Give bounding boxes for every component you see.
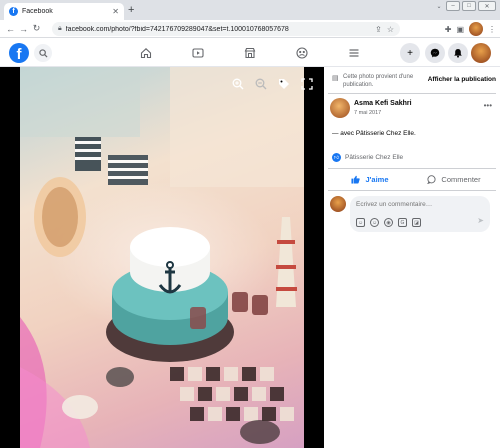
close-window-button[interactable]: ✕ — [478, 1, 496, 11]
browser-profile-avatar[interactable] — [469, 22, 483, 36]
comment-box[interactable]: ☺ ☺ ◉ G ◪ ➤ — [350, 196, 490, 232]
like-reaction-icon: 👍︎ — [332, 153, 341, 162]
reload-icon[interactable]: ↻ — [30, 23, 43, 34]
forward-icon[interactable]: → — [17, 24, 30, 34]
marketplace-icon — [244, 47, 256, 59]
browser-tab[interactable]: f Facebook ✕ — [4, 3, 124, 20]
search-button[interactable] — [34, 44, 52, 62]
url-text[interactable]: facebook.com/photo/?fbid=742176709289047… — [66, 26, 370, 33]
view-post-button[interactable]: Afficher la publication — [428, 76, 496, 83]
groups-icon — [296, 47, 308, 59]
viewer-toolbar — [231, 77, 314, 91]
reactions-summary[interactable]: 👍︎ Pâtisserie Chez Elle — [332, 153, 403, 162]
account-avatar[interactable] — [471, 43, 491, 63]
back-icon[interactable]: ← — [4, 24, 17, 34]
browser-toolbar: ← → ↻ 🔒︎ facebook.com/photo/?fbid=742176… — [0, 20, 500, 38]
more-options-icon[interactable]: ••• — [484, 101, 492, 110]
share-icon[interactable]: ⇪ — [375, 25, 382, 34]
post-date[interactable]: 7 mai 2017 — [354, 110, 381, 116]
tab-search-icon[interactable]: ⌄ — [434, 1, 444, 11]
nav-groups-button[interactable] — [293, 44, 311, 62]
search-icon — [38, 48, 48, 58]
post-author-header: Asma Kefi Sakhri 7 mai 2017 ••• — [330, 98, 496, 120]
nav-marketplace-button[interactable] — [241, 44, 259, 62]
messenger-icon — [430, 48, 440, 58]
browser-tab-bar: f Facebook ✕ + ⌄ – □ ✕ — [0, 0, 500, 20]
post-photo[interactable] — [20, 67, 304, 448]
bookmark-star-icon[interactable]: ☆ — [387, 25, 394, 34]
emoji-icon[interactable]: ☺ — [370, 218, 379, 227]
comment-label: Commenter — [441, 175, 481, 184]
comment-tools: ☺ ☺ ◉ G ◪ — [356, 218, 421, 227]
extensions-puzzle-icon[interactable]: ✚ — [445, 25, 452, 34]
notice-text: Cette photo provient d'une publication. — [343, 74, 414, 88]
author-avatar[interactable] — [330, 98, 350, 118]
address-bar[interactable]: 🔒︎ facebook.com/photo/?fbid=742176709289… — [52, 22, 400, 36]
post-caption: — avec Pâtisserie Chez Elle. — [332, 130, 416, 137]
plus-icon: + — [407, 47, 413, 59]
new-tab-button[interactable]: + — [128, 4, 134, 16]
maximize-button[interactable]: □ — [462, 1, 476, 11]
lock-icon[interactable]: 🔒︎ — [58, 25, 62, 33]
author-name[interactable]: Asma Kefi Sakhri — [354, 100, 412, 107]
camera-icon[interactable]: ◉ — [384, 218, 393, 227]
tab-title: Facebook — [22, 8, 53, 15]
home-icon — [140, 48, 152, 59]
photo-side-panel: ▤ Cette photo provient d'une publication… — [324, 67, 500, 448]
video-icon — [192, 48, 204, 58]
zoom-out-icon[interactable] — [254, 77, 268, 91]
minimize-button[interactable]: – — [446, 1, 460, 11]
send-icon[interactable]: ➤ — [477, 216, 484, 225]
zoom-in-icon[interactable] — [231, 77, 245, 91]
facebook-favicon-icon: f — [9, 7, 18, 16]
comment-composer: ☺ ☺ ◉ G ◪ ➤ — [330, 196, 496, 232]
window-controls: ⌄ – □ ✕ — [434, 1, 496, 11]
thumbs-up-icon — [351, 175, 361, 184]
gif-icon[interactable]: G — [398, 218, 407, 227]
commenter-avatar[interactable] — [330, 196, 346, 212]
comment-button[interactable]: Commenter — [412, 171, 496, 188]
facebook-logo[interactable]: f — [9, 43, 29, 63]
browser-menu-icon[interactable]: ⋮ — [488, 25, 496, 34]
facebook-top-bar: f + — [0, 39, 500, 67]
divider — [328, 93, 496, 94]
nav-home-button[interactable] — [137, 44, 155, 62]
tab-close-icon[interactable]: ✕ — [112, 7, 119, 16]
comment-bubble-icon — [427, 175, 436, 184]
messenger-button[interactable] — [425, 43, 445, 63]
avatar-sticker-icon[interactable]: ☺ — [356, 218, 365, 227]
comment-input[interactable] — [356, 201, 476, 208]
photo-viewer — [0, 67, 324, 448]
tag-icon[interactable] — [277, 77, 291, 91]
extensions-area: ✚ ▣ ⋮ — [445, 22, 496, 36]
create-button[interactable]: + — [400, 43, 420, 63]
reaction-names: Pâtisserie Chez Elle — [345, 154, 404, 161]
cake-table-illustration — [20, 67, 304, 448]
bell-icon — [454, 49, 462, 58]
nav-video-button[interactable] — [189, 44, 207, 62]
divider — [328, 168, 496, 169]
post-actions: J'aime Commenter — [328, 171, 496, 188]
side-panel-icon[interactable]: ▣ — [456, 25, 464, 34]
hamburger-menu-icon — [349, 49, 359, 57]
post-source-icon: ▤ — [332, 75, 339, 82]
sticker-icon[interactable]: ◪ — [412, 218, 421, 227]
like-label: J'aime — [365, 175, 389, 184]
notifications-button[interactable] — [448, 43, 468, 63]
source-post-notice: ▤ Cette photo provient d'une publication… — [332, 73, 496, 91]
like-button[interactable]: J'aime — [328, 171, 412, 188]
nav-menu-button[interactable] — [345, 44, 363, 62]
divider — [328, 190, 496, 191]
fullscreen-icon[interactable] — [300, 77, 314, 91]
